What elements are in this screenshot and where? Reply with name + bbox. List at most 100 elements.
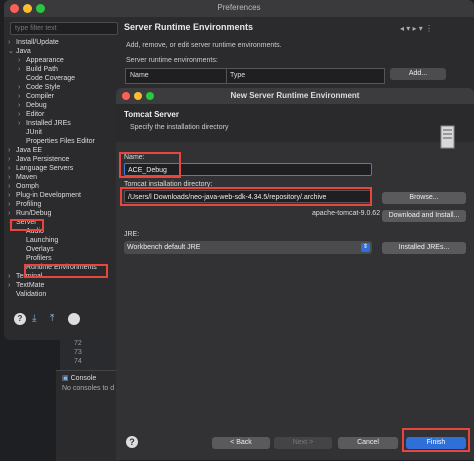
- dialog-titlebar: New Server Runtime Environment: [116, 88, 474, 104]
- chevron-right-icon[interactable]: ›: [8, 182, 16, 191]
- tree-item-label: Launching: [26, 237, 59, 244]
- chevron-right-icon[interactable]: ›: [18, 56, 26, 65]
- chevron-right-icon[interactable]: ›: [18, 101, 26, 110]
- tree-item[interactable]: › Appearance: [18, 56, 64, 65]
- tree-item-label: Installed JREs: [26, 120, 71, 127]
- jre-select-value: Workbench default JRE: [127, 244, 201, 251]
- tree-item[interactable]: › TextMate: [8, 281, 44, 290]
- tomcat-version: apache-tomcat-9.0.62: [312, 210, 381, 217]
- tree-item-label: Code Coverage: [26, 75, 76, 82]
- tree-item[interactable]: Launching: [18, 236, 58, 245]
- tree-item-label: Language Servers: [16, 165, 74, 172]
- tree-item-label: Java Persistence: [16, 156, 70, 163]
- tree-item[interactable]: › Maven: [8, 173, 37, 182]
- tree-item[interactable]: › Oomph: [8, 182, 39, 191]
- env-label: Server runtime environments:: [126, 57, 218, 64]
- jre-select[interactable]: Workbench default JRE ⇕: [124, 241, 372, 254]
- chevron-right-icon[interactable]: ›: [8, 146, 16, 155]
- chevron-right-icon[interactable]: ›: [8, 155, 16, 164]
- browse-button[interactable]: Browse...: [382, 192, 466, 204]
- console-panel: ▣ Console No consoles to d: [56, 370, 120, 461]
- tree-item[interactable]: Validation: [8, 290, 46, 299]
- chevron-right-icon[interactable]: ›: [18, 83, 26, 92]
- tree-item-label: Install/Update: [16, 39, 59, 46]
- tree-item[interactable]: › Installed JREs: [18, 119, 71, 128]
- next-button[interactable]: Next >: [274, 437, 332, 449]
- header-subtitle: Specify the installation directory: [130, 124, 229, 131]
- chevron-right-icon[interactable]: ›: [8, 281, 16, 290]
- tree-item[interactable]: › Language Servers: [8, 164, 73, 173]
- header-title: Tomcat Server: [124, 110, 179, 119]
- chevron-right-icon[interactable]: ›: [8, 38, 16, 47]
- nav-arrows-icon[interactable]: ◂ ▾ ▸ ▾ ⋮: [400, 24, 433, 33]
- tree-item-label: Java: [16, 48, 31, 55]
- tree-item[interactable]: Properties Files Editor: [18, 137, 95, 146]
- tree-item[interactable]: › Run/Debug: [8, 209, 51, 218]
- console-icon: ▣: [62, 375, 71, 382]
- table-header-name: Name: [130, 72, 149, 79]
- chevron-right-icon[interactable]: ›: [18, 65, 26, 74]
- dialog-title: New Server Runtime Environment: [230, 91, 360, 100]
- back-button[interactable]: < Back: [212, 437, 270, 449]
- chevron-right-icon[interactable]: ›: [8, 209, 16, 218]
- chevron-updown-icon: ⇕: [361, 243, 370, 252]
- tree-item[interactable]: › Install/Update: [8, 38, 59, 47]
- tree-item[interactable]: Code Coverage: [18, 74, 75, 83]
- tree-item-label: Maven: [16, 174, 38, 181]
- tree-item[interactable]: › Debug: [18, 101, 47, 110]
- tree-item-label: Validation: [16, 291, 47, 298]
- installed-jres-button[interactable]: Installed JREs...: [382, 242, 466, 254]
- chevron-right-icon[interactable]: ›: [18, 110, 26, 119]
- highlight-finish: [402, 428, 470, 452]
- tree-item[interactable]: › Editor: [18, 110, 44, 119]
- tree-item[interactable]: Overlays: [18, 245, 54, 254]
- chevron-right-icon[interactable]: ›: [8, 164, 16, 173]
- tree-item[interactable]: › Profiling: [8, 200, 41, 209]
- tree-item[interactable]: JUnit: [18, 128, 42, 137]
- tree-item-label: TextMate: [16, 282, 45, 289]
- preferences-title: Preferences: [217, 3, 261, 12]
- line-number: 74: [74, 358, 82, 365]
- tree-item-label: Code Style: [26, 84, 61, 91]
- table-header-type: Type: [230, 72, 246, 79]
- help-icon[interactable]: ?: [14, 313, 26, 325]
- export-icon[interactable]: ⤒: [50, 313, 62, 325]
- tree-item-label: Profilers: [26, 255, 52, 262]
- tree-item-label: Oomph: [16, 183, 39, 190]
- tree-item-label: Debug: [26, 102, 47, 109]
- preferences-titlebar: Preferences: [4, 0, 474, 17]
- tree-item[interactable]: Profilers: [18, 254, 52, 263]
- chevron-right-icon[interactable]: ›: [8, 200, 16, 209]
- chevron-right-icon[interactable]: ›: [8, 191, 16, 200]
- page-title: Server Runtime Environments: [124, 22, 254, 32]
- tree-item[interactable]: ⌄ Java: [8, 47, 31, 56]
- chevron-right-icon[interactable]: ›: [18, 92, 26, 101]
- chevron-right-icon[interactable]: ›: [18, 119, 26, 128]
- import-icon[interactable]: ⤓: [32, 313, 44, 325]
- tree-item[interactable]: › Java Persistence: [8, 155, 69, 164]
- tree-item[interactable]: › Plug-in Development: [8, 191, 81, 200]
- chevron-right-icon[interactable]: ›: [8, 173, 16, 182]
- add-button[interactable]: Add...: [390, 68, 446, 80]
- column-divider: [226, 69, 227, 83]
- highlight-server: [10, 219, 44, 231]
- console-tab[interactable]: ▣ Console: [62, 374, 96, 382]
- help-icon[interactable]: ?: [126, 436, 138, 448]
- chevron-right-icon[interactable]: ›: [8, 272, 16, 281]
- highlight-name: [119, 152, 181, 178]
- tree-item-label: Overlays: [26, 246, 54, 253]
- server-icon: [440, 125, 455, 149]
- new-server-runtime-dialog: New Server Runtime Environment Tomcat Se…: [116, 88, 474, 460]
- record-icon[interactable]: [68, 313, 80, 325]
- editor-gutter: 72 73 74: [60, 340, 120, 370]
- tree-item-label: Compiler: [26, 93, 55, 100]
- tree-item[interactable]: › Code Style: [18, 83, 60, 92]
- chevron-down-icon[interactable]: ⌄: [8, 47, 16, 56]
- cancel-button[interactable]: Cancel: [338, 437, 398, 449]
- filter-input[interactable]: type filter text: [10, 22, 118, 35]
- download-install-button[interactable]: Download and Install...: [382, 210, 466, 222]
- tree-item[interactable]: › Java EE: [8, 146, 42, 155]
- env-table[interactable]: Name Type: [125, 68, 385, 84]
- tree-item[interactable]: › Compiler: [18, 92, 54, 101]
- tree-item[interactable]: › Build Path: [18, 65, 58, 74]
